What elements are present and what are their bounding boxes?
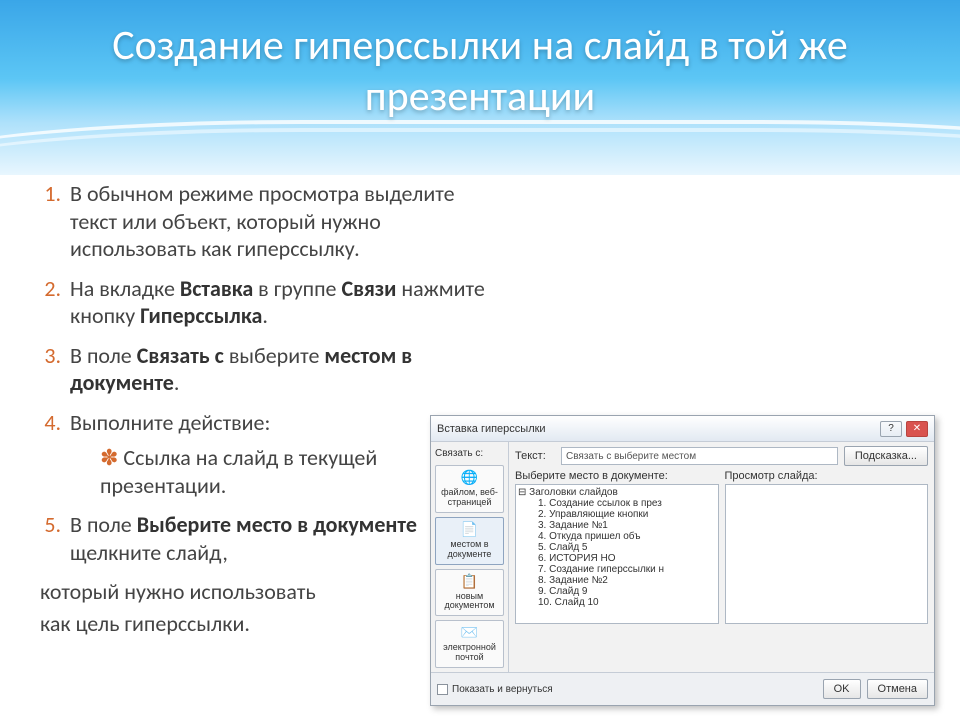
tree-item[interactable]: 1. Создание ссылок в през (518, 498, 716, 509)
side-btn-email[interactable]: ✉️электронной почтой (435, 620, 504, 668)
globe-icon: 🌐 (438, 470, 501, 486)
new-doc-icon: 📋 (438, 574, 501, 590)
tree-item[interactable]: 7. Создание гиперссылки н (518, 564, 716, 575)
side-btn-file[interactable]: 🌐файлом, веб-страницей (435, 465, 504, 513)
tree-item[interactable]: 5. Слайд 5 (518, 542, 716, 553)
close-button[interactable]: ✕ (906, 421, 928, 437)
checkbox-icon (437, 684, 448, 695)
side-btn-new[interactable]: 📋новым документом (435, 569, 504, 617)
dialog-titlebar[interactable]: Вставка гиперссылки ? ✕ (431, 416, 934, 442)
tree-item[interactable]: 4. Откуда пришел объ (518, 531, 716, 542)
step-1: В обычном режиме просмотра выделите текс… (66, 180, 500, 263)
help-button[interactable]: ? (880, 421, 902, 437)
tree-root[interactable]: ⊟ Заголовки слайдов (518, 487, 716, 498)
tree-item[interactable]: 6. ИСТОРИЯ НО (518, 553, 716, 564)
slide-tree[interactable]: ⊟ Заголовки слайдов 1. Создание ссылок в… (515, 484, 719, 624)
tree-item[interactable]: 3. Задание №1 (518, 520, 716, 531)
slide-title: Создание гиперссылки на слайд в той же п… (0, 0, 960, 122)
dialog-footer: Показать и вернуться OK Отмена (431, 672, 934, 705)
side-btn-place[interactable]: 📄местом в документе (435, 517, 504, 565)
steps-list: В обычном режиме просмотра выделите текс… (20, 180, 500, 566)
choose-label: Выберите место в документе: (515, 470, 719, 482)
document-icon: 📄 (438, 522, 501, 538)
tree-item[interactable]: 10. Слайд 10 (518, 597, 716, 608)
preview-pane (725, 484, 929, 624)
tree-item[interactable]: 2. Управляющие кнопки (518, 509, 716, 520)
step-3: В поле Связать с выберите местом в докум… (66, 342, 500, 397)
show-return-checkbox[interactable]: Показать и вернуться (437, 684, 553, 695)
link-to-label: Связать с: (435, 446, 504, 461)
tree-item[interactable]: 8. Задание №2 (518, 575, 716, 586)
tree-item[interactable]: 9. Слайд 9 (518, 586, 716, 597)
hint-button[interactable]: Подсказка... (844, 446, 928, 466)
hyperlink-dialog: Вставка гиперссылки ? ✕ Связать с: 🌐файл… (430, 415, 935, 706)
dialog-title: Вставка гиперссылки (437, 423, 876, 435)
mail-icon: ✉️ (438, 625, 501, 641)
cancel-button[interactable]: Отмена (867, 679, 928, 699)
text-label: Текст: (515, 450, 555, 462)
ok-button[interactable]: OK (823, 679, 861, 699)
preview-label: Просмотр слайда: (725, 470, 929, 482)
step-2: На вкладке Вставка в группе Связи нажмит… (66, 275, 500, 330)
text-field[interactable]: Связать с выберите местом (561, 447, 838, 465)
